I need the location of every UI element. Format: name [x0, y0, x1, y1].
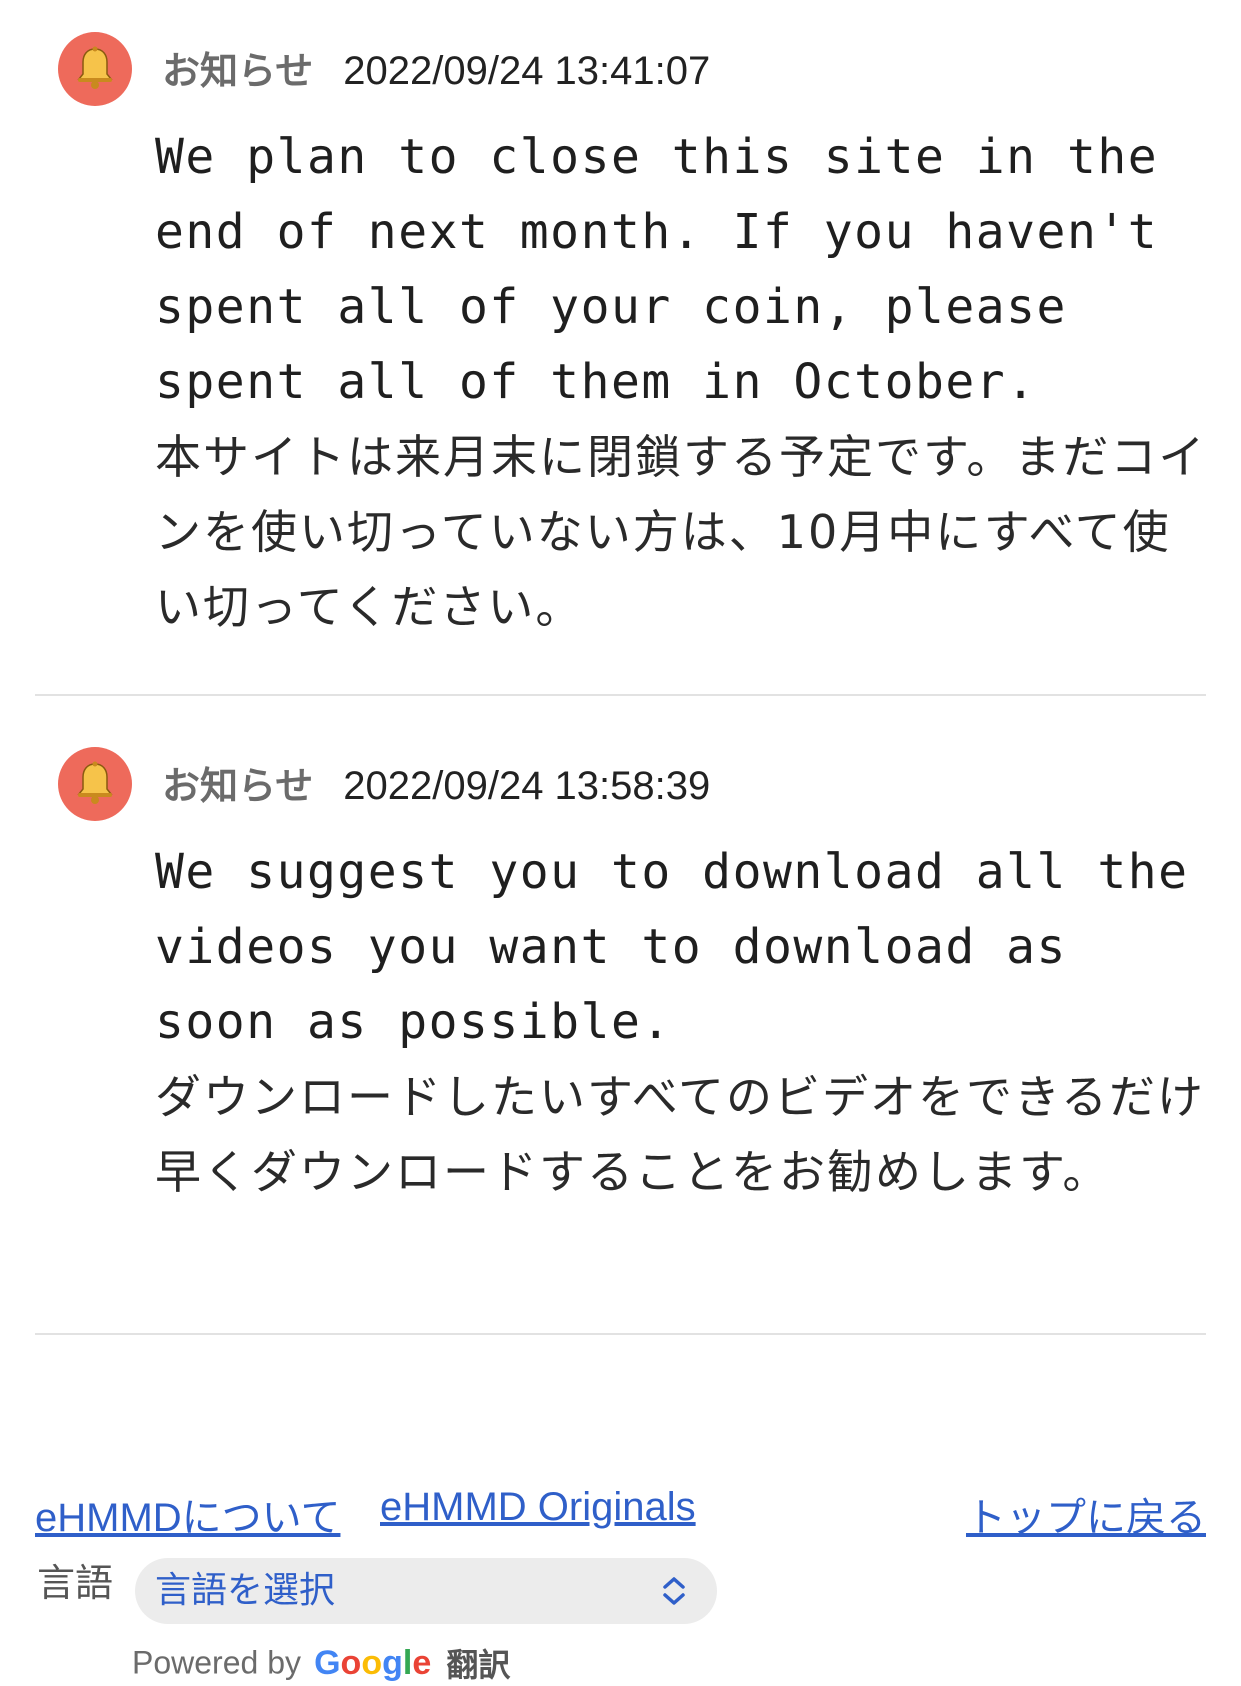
divider	[35, 1333, 1206, 1335]
powered-by-text: Powered by	[132, 1644, 301, 1681]
back-to-top-link[interactable]: トップに戻る	[966, 1485, 1206, 1543]
notice-message-ja: ダウンロードしたいすべてのビデオをできるだけ早くダウンロードすることをお勧めしま…	[155, 1070, 1206, 1199]
notice-avatar	[58, 747, 132, 821]
language-select[interactable]: 言語を選択	[135, 1558, 717, 1624]
notice-timestamp: 2022/09/24 13:41:07	[343, 48, 711, 93]
notice-message-ja: 本サイトは来月末に閉鎖する予定です。まだコインを使い切っていない方は、10月中に…	[155, 430, 1207, 634]
originals-link[interactable]: eHMMD Originals	[380, 1485, 696, 1530]
notice-header: お知らせ 2022/09/24 13:41:07	[162, 42, 710, 98]
footer-links: eHMMDについて eHMMD Originals トップに戻る	[35, 1485, 1206, 1540]
bell-icon	[77, 761, 113, 804]
about-link[interactable]: eHMMDについて	[35, 1485, 340, 1543]
notice-type-label: お知らせ	[162, 763, 314, 808]
notice-header: お知らせ 2022/09/24 13:58:39	[162, 757, 710, 813]
language-select-value: 言語を選択	[155, 1570, 336, 1611]
google-logo[interactable]: Google	[314, 1644, 431, 1682]
divider	[35, 694, 1206, 696]
notice-timestamp: 2022/09/24 13:58:39	[343, 763, 711, 808]
bell-icon	[77, 46, 113, 89]
notice-body: We plan to close this site in the end of…	[155, 120, 1215, 645]
notice-message-en: We plan to close this site in the end of…	[155, 129, 1189, 410]
translate-label: 翻訳	[446, 1646, 511, 1684]
powered-by-google-translate: Powered by Google 翻訳	[132, 1640, 511, 1685]
notice-body: We suggest you to download all the video…	[155, 835, 1215, 1210]
notice-type-label: お知らせ	[162, 48, 314, 93]
notice-message-en: We suggest you to download all the video…	[155, 844, 1219, 1050]
chevron-up-down-icon	[663, 1577, 685, 1605]
notice-avatar	[58, 32, 132, 106]
language-label: 言語	[37, 1561, 114, 1605]
